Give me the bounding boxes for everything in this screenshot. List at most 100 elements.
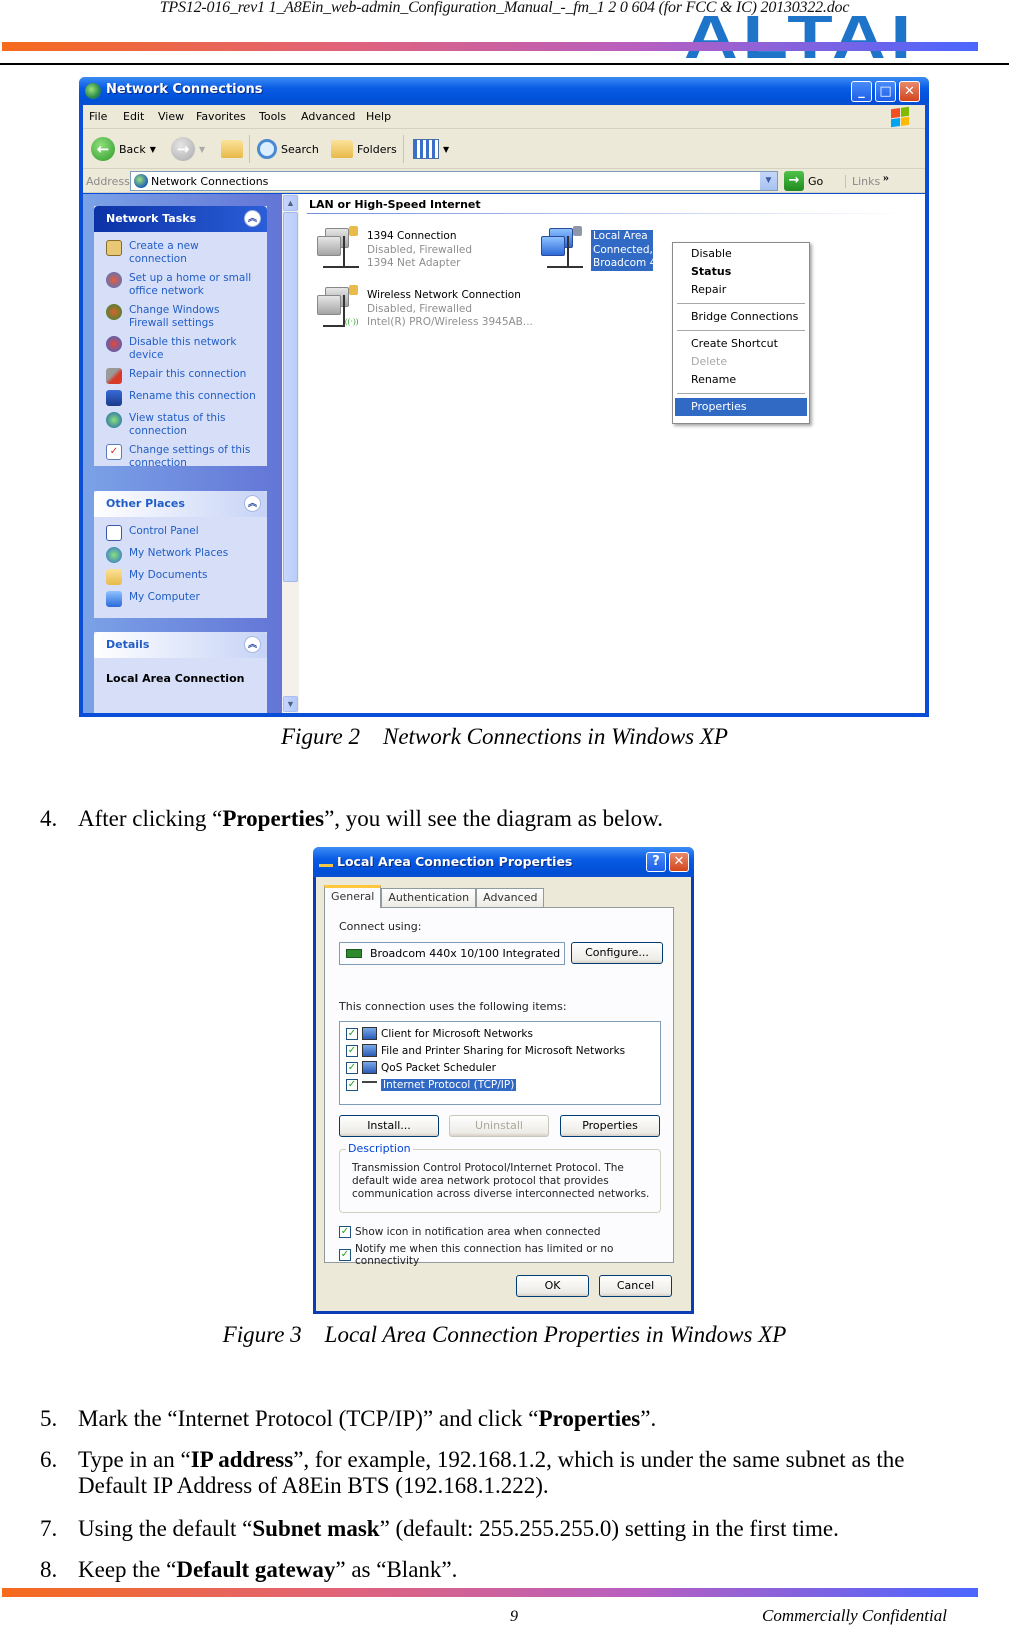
- place-my-documents[interactable]: My Documents: [106, 569, 259, 585]
- menu-favorites[interactable]: Favorites: [196, 110, 246, 123]
- collapse-icon[interactable]: ︽: [244, 210, 261, 227]
- address-dropdown-icon[interactable]: ▼: [760, 172, 777, 190]
- maximize-button[interactable]: □: [875, 81, 896, 102]
- network-connections-icon: [85, 83, 101, 99]
- search-button[interactable]: Search: [257, 137, 319, 161]
- wireless-connection-icon: ((·)): [313, 285, 361, 331]
- address-input[interactable]: Network Connections ▼: [130, 171, 778, 191]
- forward-dropdown-icon: ▼: [199, 144, 206, 154]
- search-icon: [257, 139, 277, 159]
- menu-view[interactable]: View: [158, 110, 184, 123]
- links-button[interactable]: Links: [845, 175, 880, 188]
- menu-help[interactable]: Help: [366, 110, 391, 123]
- task-repair[interactable]: Repair this connection: [106, 368, 259, 384]
- firewall-icon: [106, 304, 122, 320]
- back-dropdown-icon[interactable]: ▼: [150, 145, 156, 154]
- cancel-button[interactable]: Cancel: [599, 1275, 672, 1297]
- connection-status: Disabled, Firewalled: [367, 302, 473, 315]
- forward-button[interactable]: → ▼: [171, 137, 205, 161]
- checkbox-checked[interactable]: ✓: [339, 1226, 351, 1238]
- task-firewall-settings[interactable]: Change Windows Firewall settings: [106, 304, 259, 330]
- up-folder-button[interactable]: [221, 137, 243, 161]
- ctx-rename[interactable]: Rename: [675, 371, 807, 389]
- component-item[interactable]: ✓ QoS Packet Scheduler: [346, 1059, 654, 1076]
- ctx-bridge-connections[interactable]: Bridge Connections: [675, 308, 807, 326]
- views-button[interactable]: ▼: [413, 137, 449, 161]
- other-places-header[interactable]: Other Places ︽: [94, 491, 267, 517]
- help-button[interactable]: ?: [646, 852, 666, 872]
- ctx-properties[interactable]: Properties: [675, 398, 807, 416]
- sidebar-scrollbar[interactable]: ▲ ▼: [282, 194, 299, 713]
- details-header[interactable]: Details ︽: [94, 632, 267, 658]
- ok-button[interactable]: OK: [516, 1275, 589, 1297]
- tab-strip: General Authentication Advanced: [324, 885, 545, 908]
- menu-tools[interactable]: Tools: [259, 110, 286, 123]
- menu-separator: [677, 393, 805, 394]
- component-item[interactable]: ✓ File and Printer Sharing for Microsoft …: [346, 1042, 654, 1059]
- collapse-icon[interactable]: ︽: [244, 495, 261, 512]
- checkbox-checked[interactable]: ✓: [346, 1044, 358, 1057]
- document-title: TPS12-016_rev1 1_A8Ein_web-admin_Configu…: [159, 0, 850, 16]
- collapse-icon[interactable]: ︽: [244, 636, 261, 653]
- properties-button[interactable]: Properties: [560, 1115, 660, 1137]
- checkbox-checked[interactable]: ✓: [346, 1078, 358, 1091]
- connection-status: Connected,: [591, 243, 653, 257]
- task-home-network[interactable]: Set up a home or small office network: [106, 272, 259, 298]
- connection-1394[interactable]: 1394 Connection Disabled, Firewalled 139…: [313, 226, 472, 272]
- back-label: Back: [119, 142, 146, 156]
- tab-general[interactable]: General: [324, 885, 382, 908]
- ctx-create-shortcut[interactable]: Create Shortcut: [675, 335, 807, 353]
- network-tasks-header[interactable]: Network Tasks ︽: [94, 206, 267, 232]
- place-my-network-places[interactable]: My Network Places: [106, 547, 259, 563]
- close-button[interactable]: ✕: [899, 81, 920, 102]
- task-view-status[interactable]: View status of this connection: [106, 412, 259, 438]
- tab-authentication[interactable]: Authentication: [381, 888, 477, 907]
- configure-button[interactable]: Configure...: [571, 942, 663, 964]
- tab-advanced[interactable]: Advanced: [476, 888, 545, 907]
- place-control-panel[interactable]: Control Panel: [106, 525, 259, 541]
- connection-device: 1394 Net Adapter: [367, 257, 461, 269]
- task-change-settings[interactable]: ✓ Change settings of this connection: [106, 444, 259, 470]
- menu-file[interactable]: File: [89, 110, 107, 123]
- minimize-button[interactable]: _: [851, 81, 872, 102]
- close-button[interactable]: ✕: [669, 852, 689, 872]
- folders-button[interactable]: Folders: [331, 137, 397, 161]
- checkbox-checked[interactable]: ✓: [346, 1061, 358, 1074]
- component-item-selected[interactable]: ✓ Internet Protocol (TCP/IP): [346, 1076, 654, 1093]
- back-button[interactable]: ← Back ▼: [91, 137, 156, 161]
- install-button[interactable]: Install...: [339, 1115, 439, 1137]
- show-icon-option[interactable]: ✓ Show icon in notification area when co…: [339, 1226, 601, 1238]
- network-connection-icon: [313, 226, 361, 272]
- links-more-icon[interactable]: »: [883, 170, 889, 185]
- connection-wireless[interactable]: ((·)) Wireless Network Connection Disabl…: [313, 285, 533, 331]
- dialog-titlebar[interactable]: Local Area Connection Properties ? ✕: [313, 847, 694, 877]
- ctx-status[interactable]: Status: [675, 263, 807, 281]
- home-network-icon: [106, 272, 122, 288]
- checkbox-checked[interactable]: ✓: [346, 1027, 358, 1040]
- place-my-computer[interactable]: My Computer: [106, 591, 259, 607]
- ctx-repair[interactable]: Repair: [675, 281, 807, 299]
- ctx-disable[interactable]: Disable: [675, 245, 807, 263]
- task-rename[interactable]: Rename this connection: [106, 390, 259, 406]
- general-tab-panel: Connect using: Broadcom 440x 10/100 Inte…: [324, 907, 674, 1267]
- task-disable-device[interactable]: Disable this network device: [106, 336, 259, 362]
- go-arrow-icon: →: [784, 171, 804, 191]
- go-label: Go: [808, 174, 824, 188]
- component-item[interactable]: ✓ Client for Microsoft Networks: [346, 1025, 654, 1042]
- network-connections-icon: [134, 174, 148, 188]
- window-titlebar[interactable]: Network Connections _ □ ✕: [79, 77, 929, 105]
- context-menu: Disable Status Repair Bridge Connections…: [672, 242, 810, 424]
- checkbox-checked[interactable]: ✓: [339, 1249, 351, 1261]
- notify-option[interactable]: ✓ Notify me when this connection has lim…: [339, 1243, 673, 1267]
- components-list[interactable]: ✓ Client for Microsoft Networks ✓ File and…: [339, 1021, 661, 1105]
- menu-edit[interactable]: Edit: [123, 110, 144, 123]
- scrollbar-thumb[interactable]: [283, 212, 298, 582]
- task-create-connection[interactable]: Create a new connection: [106, 240, 259, 266]
- new-connection-icon: [106, 240, 122, 256]
- scroll-down-icon[interactable]: ▼: [283, 696, 298, 712]
- go-button[interactable]: → Go: [784, 171, 823, 191]
- window-title: Network Connections: [106, 82, 263, 97]
- connection-local-area[interactable]: Local Area Connected, Broadcom 4: [537, 226, 653, 272]
- menu-advanced[interactable]: Advanced: [301, 110, 355, 123]
- scroll-up-icon[interactable]: ▲: [283, 195, 298, 211]
